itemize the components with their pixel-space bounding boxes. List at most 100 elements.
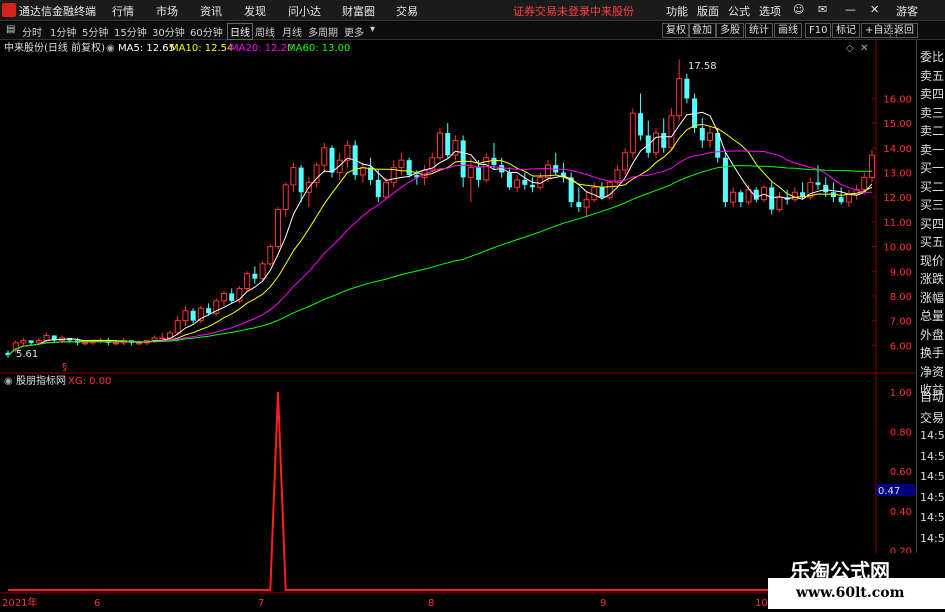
candle-body[interactable]	[583, 199, 590, 208]
candle-body[interactable]	[476, 167, 482, 180]
sidebar-item[interactable]: 买四	[920, 215, 944, 232]
sidebar-item[interactable]: 14:56	[920, 491, 945, 504]
kline-chart[interactable]: 16.00 15.00 14.00 13.00 12.00 11.00 10.00 9.00 8…	[0, 40, 915, 609]
sidebar-item[interactable]: 14:56	[920, 532, 945, 545]
sidebar-item[interactable]: 自动	[920, 388, 944, 405]
candle-body[interactable]	[290, 167, 297, 186]
candle-body[interactable]	[229, 293, 235, 301]
diamond-icon[interactable]: ◇	[846, 43, 854, 54]
candle-body[interactable]	[838, 197, 844, 203]
candle-body[interactable]	[823, 184, 829, 193]
period-30min[interactable]: 30分钟	[152, 24, 185, 39]
candle-body[interactable]	[398, 159, 405, 169]
ma-settings-icon[interactable]: ◉	[106, 43, 115, 54]
candle-body[interactable]	[738, 192, 744, 203]
candle-body[interactable]	[259, 263, 266, 280]
message-icon[interactable]: ✉	[818, 3, 827, 16]
candle-body[interactable]	[445, 133, 451, 156]
candle-body[interactable]	[174, 320, 181, 334]
button-stats[interactable]: 统计	[745, 23, 773, 38]
candle-body[interactable]	[707, 132, 713, 141]
sidebar-item[interactable]: 总量	[920, 307, 944, 324]
sidebar-item[interactable]: 净资	[920, 363, 944, 380]
sidebar-item[interactable]: 买三	[920, 196, 944, 213]
candle-body[interactable]	[661, 133, 667, 148]
candle-body[interactable]	[282, 184, 289, 211]
candle-body[interactable]	[745, 189, 752, 203]
candle-body[interactable]	[699, 128, 705, 141]
candle-body[interactable]	[599, 187, 605, 198]
candle-body[interactable]	[406, 160, 412, 175]
button-multi-stock[interactable]: 多股	[716, 23, 744, 38]
candle-body[interactable]	[622, 152, 629, 171]
candle-body[interactable]	[329, 147, 335, 173]
candle-body[interactable]	[275, 209, 281, 248]
sidebar-item[interactable]: 卖四	[920, 85, 944, 102]
candle-body[interactable]	[769, 187, 775, 210]
sidebar-item[interactable]: 卖二	[920, 122, 944, 139]
close-panel-icon[interactable]: ✕	[860, 43, 868, 54]
candle-body[interactable]	[514, 179, 521, 188]
candle-body[interactable]	[861, 176, 868, 191]
user-icon[interactable]: ☺	[793, 3, 804, 16]
sidebar-item[interactable]: 买一	[920, 159, 944, 176]
candle-body[interactable]	[845, 194, 852, 203]
period-weekly[interactable]: 周线	[255, 24, 275, 39]
period-multi[interactable]: 多周期	[308, 24, 338, 39]
candle-body[interactable]	[815, 182, 821, 185]
sidebar-item[interactable]: 涨幅	[920, 289, 944, 306]
period-15min[interactable]: 15分钟	[114, 24, 147, 39]
menu-news[interactable]: 资讯	[200, 3, 222, 19]
menu-quotes[interactable]: 行情	[112, 3, 134, 19]
candle-body[interactable]	[653, 132, 659, 154]
candle-body[interactable]	[244, 273, 251, 290]
candle-body[interactable]	[460, 140, 466, 178]
button-back[interactable]: 返回	[890, 23, 918, 38]
candle-body[interactable]	[645, 135, 651, 153]
candle-body[interactable]	[591, 186, 598, 201]
menu-wealth[interactable]: 财富圈	[342, 3, 375, 19]
candle-body[interactable]	[136, 342, 143, 345]
menu-discover[interactable]: 发现	[244, 3, 266, 19]
menu-formula[interactable]: 公式	[728, 3, 750, 19]
candle-body[interactable]	[368, 167, 374, 180]
candle-body[interactable]	[28, 340, 34, 343]
candle-body[interactable]	[206, 308, 212, 314]
candle-body[interactable]	[298, 167, 304, 193]
candle-body[interactable]	[776, 196, 783, 211]
candle-body[interactable]	[252, 273, 258, 279]
candle-body[interactable]	[383, 181, 389, 198]
candle-body[interactable]	[336, 159, 343, 173]
button-mark[interactable]: 标记	[832, 23, 860, 38]
sidebar-item[interactable]: 14:56	[920, 429, 945, 442]
button-f10[interactable]: F10	[805, 23, 832, 38]
candle-body[interactable]	[159, 337, 166, 340]
sidebar-item[interactable]: 14:56	[920, 450, 945, 463]
sidebar-item[interactable]: 买二	[920, 178, 944, 195]
candle-body[interactable]	[491, 157, 497, 166]
period-monthly[interactable]: 月线	[282, 24, 302, 39]
period-daily[interactable]: 日线	[227, 23, 253, 40]
candle-body[interactable]	[629, 112, 636, 154]
button-draw[interactable]: 画线	[774, 23, 802, 38]
candle-body[interactable]	[467, 167, 474, 178]
sidebar-item[interactable]: 交易	[920, 409, 944, 426]
sidebar-item[interactable]: 卖三	[920, 104, 944, 121]
button-overlay[interactable]: 叠加	[688, 23, 716, 38]
candle-body[interactable]	[530, 184, 536, 188]
period-5min[interactable]: 5分钟	[82, 24, 108, 39]
candle-body[interactable]	[522, 179, 528, 185]
candle-body[interactable]	[151, 337, 158, 341]
sidebar-item[interactable]: 卖一	[920, 141, 944, 158]
menu-ask[interactable]: 问小达	[288, 3, 321, 19]
period-more[interactable]: 更多	[344, 24, 364, 39]
sidebar-item[interactable]: 换手	[920, 344, 944, 361]
toolbar-expand-icon[interactable]: ▤	[6, 24, 15, 35]
sidebar-item[interactable]: 卖五	[920, 67, 944, 84]
candle-body[interactable]	[730, 191, 737, 203]
candle-body[interactable]	[182, 310, 189, 322]
sidebar-item[interactable]: 外盘	[920, 326, 944, 343]
minimize-icon[interactable]: —	[845, 3, 856, 16]
candle-body[interactable]	[359, 167, 366, 176]
period-60min[interactable]: 60分钟	[190, 24, 223, 39]
